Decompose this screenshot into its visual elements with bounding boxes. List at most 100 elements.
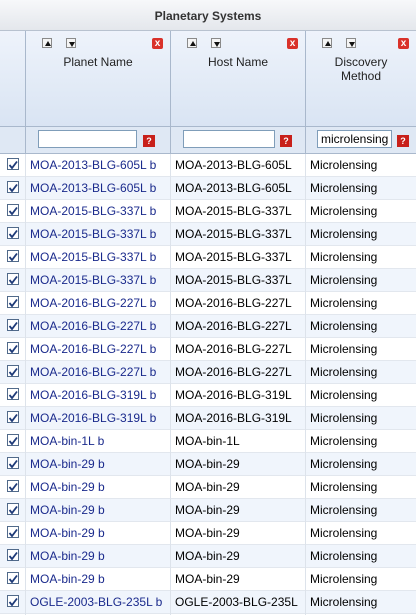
planet-name-cell[interactable]: MOA-2013-BLG-605L b <box>30 154 170 177</box>
planet-name-cell[interactable]: MOA-2016-BLG-227L b <box>30 361 170 384</box>
row-checkbox[interactable] <box>7 434 19 446</box>
remove-column-icon[interactable]: x <box>152 38 163 49</box>
table-row[interactable]: MOA-2015-BLG-337L b MOA-2015-BLG-337L Micr… <box>0 269 416 292</box>
table-row[interactable]: MOA-2013-BLG-605L b MOA-2013-BLG-605L Micr… <box>0 154 416 177</box>
planet-name-cell[interactable]: MOA-bin-29 b <box>30 453 170 476</box>
planet-name-cell[interactable]: MOA-2015-BLG-337L b <box>30 200 170 223</box>
host-name-cell: MOA-bin-29 <box>175 526 240 540</box>
help-icon[interactable]: ? <box>280 135 292 147</box>
planet-name-cell[interactable]: MOA-bin-29 b <box>30 545 170 568</box>
column-label: Discovery Method <box>334 55 388 83</box>
table-row[interactable]: MOA-bin-29 b MOA-bin-29 Microlensing <box>0 453 416 476</box>
planet-name-cell[interactable]: MOA-2013-BLG-605L b <box>30 177 170 200</box>
discovery-method-cell: Microlensing <box>310 411 378 425</box>
host-name-cell: MOA-bin-29 <box>175 549 240 563</box>
planet-name-cell[interactable]: MOA-bin-29 b <box>30 568 170 591</box>
planet-name-cell[interactable]: MOA-bin-1L b <box>30 430 170 453</box>
table-row[interactable]: MOA-2016-BLG-227L b MOA-2016-BLG-227L Micr… <box>0 315 416 338</box>
planet-name-cell[interactable]: MOA-2015-BLG-337L b <box>30 269 170 292</box>
planet-name-cell[interactable]: MOA-2015-BLG-337L b <box>30 223 170 246</box>
discovery-method-cell: Microlensing <box>310 503 378 517</box>
table-row[interactable]: OGLE-2003-BLG-235L b OGLE-2003-BLG-235L Mi… <box>0 591 416 614</box>
row-checkbox[interactable] <box>7 204 19 216</box>
row-checkbox[interactable] <box>7 227 19 239</box>
remove-column-icon[interactable]: x <box>287 38 298 49</box>
column-header-row: x Planet Name x Host Name x Discovery Me… <box>0 31 416 127</box>
host-name-cell: MOA-2015-BLG-337L <box>175 204 292 218</box>
row-checkbox[interactable] <box>7 365 19 377</box>
table-row[interactable]: MOA-bin-1L b MOA-bin-1L Microlensing <box>0 430 416 453</box>
row-checkbox[interactable] <box>7 250 19 262</box>
planet-name-cell[interactable]: MOA-bin-29 b <box>30 522 170 545</box>
column-divider <box>305 154 306 615</box>
discovery-method-cell: Microlensing <box>310 434 378 448</box>
row-checkbox[interactable] <box>7 411 19 423</box>
sort-descending-icon[interactable] <box>211 38 221 48</box>
row-checkbox[interactable] <box>7 457 19 469</box>
row-checkbox[interactable] <box>7 503 19 515</box>
row-checkbox[interactable] <box>7 526 19 538</box>
column-header-discovery-method: x Discovery Method <box>306 31 416 127</box>
column-divider <box>25 154 26 615</box>
planet-name-cell[interactable]: MOA-2015-BLG-337L b <box>30 246 170 269</box>
discovery-method-cell: Microlensing <box>310 181 378 195</box>
discovery-method-filter-input[interactable] <box>317 130 392 148</box>
table-row[interactable]: MOA-bin-29 b MOA-bin-29 Microlensing <box>0 476 416 499</box>
table-row[interactable]: MOA-2015-BLG-337L b MOA-2015-BLG-337L Micr… <box>0 223 416 246</box>
row-checkbox[interactable] <box>7 181 19 193</box>
sort-descending-icon[interactable] <box>346 38 356 48</box>
host-name-cell: MOA-2016-BLG-227L <box>175 365 292 379</box>
remove-column-icon[interactable]: x <box>398 38 409 49</box>
row-checkbox[interactable] <box>7 273 19 285</box>
row-checkbox[interactable] <box>7 388 19 400</box>
sort-descending-icon[interactable] <box>66 38 76 48</box>
row-checkbox[interactable] <box>7 595 19 607</box>
table-row[interactable]: MOA-2016-BLG-319L b MOA-2016-BLG-319L Micr… <box>0 384 416 407</box>
discovery-method-cell: Microlensing <box>310 227 378 241</box>
host-name-cell: OGLE-2003-BLG-235L <box>175 595 298 609</box>
column-label: Planet Name <box>63 55 133 69</box>
host-name-cell: MOA-2015-BLG-337L <box>175 227 292 241</box>
sort-ascending-icon[interactable] <box>322 38 332 48</box>
sort-ascending-icon[interactable] <box>42 38 52 48</box>
row-checkbox[interactable] <box>7 342 19 354</box>
planet-name-cell[interactable]: MOA-2016-BLG-227L b <box>30 338 170 361</box>
help-icon[interactable]: ? <box>143 135 155 147</box>
table-row[interactable]: MOA-bin-29 b MOA-bin-29 Microlensing <box>0 499 416 522</box>
table-row[interactable]: MOA-bin-29 b MOA-bin-29 Microlensing <box>0 522 416 545</box>
results-table-body: MOA-2013-BLG-605L b MOA-2013-BLG-605L Micr… <box>0 154 416 614</box>
table-row[interactable]: MOA-bin-29 b MOA-bin-29 Microlensing <box>0 568 416 591</box>
row-checkbox[interactable] <box>7 480 19 492</box>
planet-name-cell[interactable]: MOA-bin-29 b <box>30 499 170 522</box>
sort-ascending-icon[interactable] <box>187 38 197 48</box>
planet-name-cell[interactable]: OGLE-2003-BLG-235L b <box>30 591 170 614</box>
discovery-method-cell: Microlensing <box>310 204 378 218</box>
discovery-method-cell: Microlensing <box>310 158 378 172</box>
table-row[interactable]: MOA-2015-BLG-337L b MOA-2015-BLG-337L Micr… <box>0 200 416 223</box>
host-name-filter-input[interactable] <box>183 130 275 148</box>
planet-name-cell[interactable]: MOA-2016-BLG-227L b <box>30 292 170 315</box>
table-row[interactable]: MOA-2016-BLG-227L b MOA-2016-BLG-227L Micr… <box>0 338 416 361</box>
help-icon[interactable]: ? <box>397 135 409 147</box>
table-row[interactable]: MOA-2016-BLG-319L b MOA-2016-BLG-319L Micr… <box>0 407 416 430</box>
row-checkbox[interactable] <box>7 296 19 308</box>
planet-name-filter-input[interactable] <box>38 130 137 148</box>
discovery-method-cell: Microlensing <box>310 480 378 494</box>
table-row[interactable]: MOA-bin-29 b MOA-bin-29 Microlensing <box>0 545 416 568</box>
host-name-cell: MOA-2013-BLG-605L <box>175 158 292 172</box>
row-checkbox[interactable] <box>7 549 19 561</box>
table-row[interactable]: MOA-2013-BLG-605L b MOA-2013-BLG-605L Micr… <box>0 177 416 200</box>
planet-name-cell[interactable]: MOA-bin-29 b <box>30 476 170 499</box>
column-divider <box>170 154 171 615</box>
planet-name-cell[interactable]: MOA-2016-BLG-319L b <box>30 384 170 407</box>
row-checkbox[interactable] <box>7 572 19 584</box>
table-row[interactable]: MOA-2015-BLG-337L b MOA-2015-BLG-337L Micr… <box>0 246 416 269</box>
planet-name-cell[interactable]: MOA-2016-BLG-319L b <box>30 407 170 430</box>
panel-title: Planetary Systems <box>0 0 416 31</box>
discovery-method-cell: Microlensing <box>310 526 378 540</box>
table-row[interactable]: MOA-2016-BLG-227L b MOA-2016-BLG-227L Micr… <box>0 292 416 315</box>
row-checkbox[interactable] <box>7 319 19 331</box>
row-checkbox[interactable] <box>7 158 19 170</box>
table-row[interactable]: MOA-2016-BLG-227L b MOA-2016-BLG-227L Micr… <box>0 361 416 384</box>
planet-name-cell[interactable]: MOA-2016-BLG-227L b <box>30 315 170 338</box>
